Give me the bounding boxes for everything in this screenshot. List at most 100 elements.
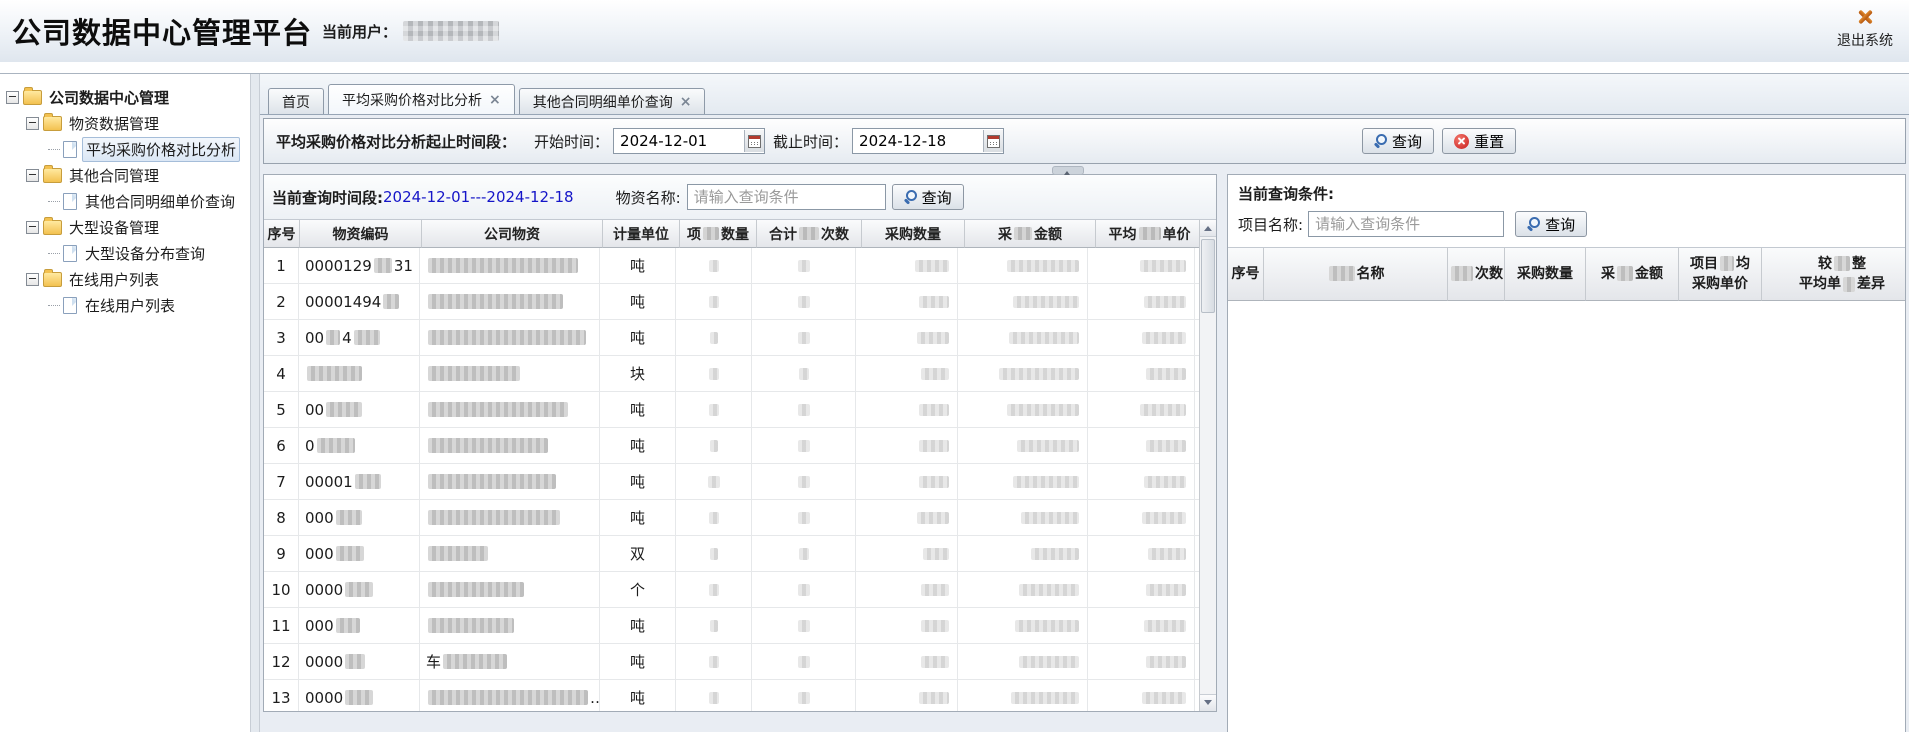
column-header[interactable]: 平均单价 [1096, 220, 1199, 248]
collapse-toggle-icon[interactable] [26, 169, 39, 182]
query-reset-button[interactable]: 重置 [1442, 128, 1516, 154]
table-cell: 000 [299, 500, 420, 535]
collapse-toggle-icon[interactable] [26, 273, 39, 286]
project-table-body [1228, 301, 1905, 732]
column-header[interactable]: 次数 [1448, 247, 1505, 301]
header-gap [0, 62, 1909, 73]
tab-首页[interactable]: 首页 [268, 88, 324, 114]
redacted-content [443, 654, 507, 669]
material-table-body: 1000012931吨200001494吨3004吨4块500吨60吨70000… [264, 248, 1199, 711]
table-row[interactable]: 200001494吨 [264, 284, 1199, 320]
tab-平均采购价格对比分析[interactable]: 平均采购价格对比分析× [328, 84, 515, 114]
project-search-input[interactable] [1308, 211, 1504, 237]
tree-folder[interactable]: 大型设备管理 [0, 214, 250, 240]
table-row[interactable]: 100000个 [264, 572, 1199, 608]
start-date-input[interactable] [614, 132, 744, 150]
tree-leaf[interactable]: 其他合同明细单价查询 [0, 188, 250, 214]
table-cell: 吨 [600, 608, 676, 643]
table-row[interactable]: 120000车吨 [264, 644, 1199, 680]
current-user-label: 当前用户： [322, 21, 397, 42]
column-header[interactable]: 采金额 [965, 220, 1096, 248]
column-header[interactable]: 项数量 [680, 220, 757, 248]
table-row[interactable]: 1000012931吨 [264, 248, 1199, 284]
scroll-thumb[interactable] [1201, 239, 1215, 313]
column-header[interactable]: 合计次数 [757, 220, 862, 248]
logout-button[interactable]: 退出系统 [1837, 9, 1893, 52]
document-icon [63, 193, 77, 210]
column-header[interactable]: 名称 [1264, 247, 1448, 301]
cell-text: 5 [276, 401, 286, 419]
table-row[interactable]: 3004吨 [264, 320, 1199, 356]
redacted-content [1144, 620, 1186, 632]
table-cell [752, 536, 856, 571]
table-row[interactable]: 130000…吨 [264, 680, 1199, 711]
table-cell [676, 536, 752, 571]
header-line: 采购单价 [1692, 274, 1748, 294]
project-table-header: 序号 名称 次数采购数量采金额项目均采购单价较整平均单差异 [1228, 247, 1905, 301]
cell-text: 车 [426, 651, 441, 672]
tree-leaf[interactable]: 在线用户列表 [0, 292, 250, 318]
project-search-button[interactable]: 查询 [1515, 211, 1587, 237]
column-header[interactable]: 采购数量 [862, 220, 965, 248]
end-date-input[interactable] [853, 132, 983, 150]
tree-splitter[interactable] [250, 74, 260, 732]
tab-其他合同明细单价查询[interactable]: 其他合同明细单价查询× [519, 88, 706, 114]
table-row[interactable]: 4块 [264, 356, 1199, 392]
scroll-down-button[interactable] [1200, 694, 1216, 711]
table-row[interactable]: 9000双 [264, 536, 1199, 572]
cell-text: 12 [271, 653, 290, 671]
folder-icon [43, 116, 62, 131]
redacted-content [1617, 266, 1633, 281]
tab-close-icon[interactable]: × [489, 92, 501, 108]
collapse-toggle-icon[interactable] [26, 221, 39, 234]
table-row[interactable]: 500吨 [264, 392, 1199, 428]
start-date-calendar-button[interactable] [744, 130, 764, 152]
column-header[interactable]: 较整平均单差异 [1762, 247, 1906, 301]
vertical-scrollbar[interactable] [1199, 220, 1216, 711]
tab-close-icon[interactable]: × [680, 94, 692, 110]
column-header[interactable]: 序号 [264, 220, 300, 248]
end-date-calendar-button[interactable] [983, 130, 1003, 152]
tree-folder[interactable]: 在线用户列表 [0, 266, 250, 292]
tree-node-label: 大型设备分布查询 [82, 242, 208, 265]
table-row[interactable]: 8000吨 [264, 500, 1199, 536]
query-search-button[interactable]: 查询 [1362, 128, 1434, 154]
redacted-content [798, 584, 810, 596]
cell-text: 吨 [630, 291, 645, 312]
table-cell [420, 464, 600, 499]
redacted-content [923, 548, 949, 560]
project-detail-panel: 当前查询条件: 项目名称: 查询 序号名称次数采购数量采金额项目均采购单价较整平… [1227, 174, 1906, 732]
column-header[interactable]: 序号 [1228, 247, 1264, 301]
tree-leaf[interactable]: 大型设备分布查询 [0, 240, 250, 266]
tree-folder[interactable]: 物资数据管理 [0, 110, 250, 136]
material-search-input[interactable] [687, 184, 886, 210]
table-row[interactable]: 700001吨 [264, 464, 1199, 500]
redacted-content [798, 620, 810, 632]
header-line: 名称 [1327, 264, 1385, 284]
tree-folder[interactable]: 其他合同管理 [0, 162, 250, 188]
cell-text: 8 [276, 509, 286, 527]
table-row[interactable]: 11000吨 [264, 608, 1199, 644]
column-header[interactable]: 计量单位 [603, 220, 680, 248]
scroll-up-button[interactable] [1200, 220, 1216, 237]
column-header[interactable]: 物资编码 [300, 220, 422, 248]
tree-leaf[interactable]: 平均采购价格对比分析 [0, 136, 250, 162]
redacted-content [1015, 620, 1079, 632]
table-row[interactable]: 60吨 [264, 428, 1199, 464]
tree-root[interactable]: 公司数据中心管理 [0, 84, 250, 110]
table-cell [752, 572, 856, 607]
cell-text: 项 [687, 224, 701, 244]
redacted-content [307, 366, 362, 381]
table-cell [752, 392, 856, 427]
redacted-content [1142, 512, 1186, 524]
app-title: 公司数据中心管理平台 [12, 10, 312, 52]
collapse-handle[interactable] [1052, 166, 1084, 175]
column-header[interactable]: 采购数量 [1505, 247, 1586, 301]
collapse-toggle-icon[interactable] [6, 91, 19, 104]
collapse-toggle-icon[interactable] [26, 117, 39, 130]
material-search-button[interactable]: 查询 [892, 184, 964, 210]
folder-icon [43, 220, 62, 235]
column-header[interactable]: 项目均采购单价 [1679, 247, 1762, 301]
column-header[interactable]: 公司物资 [422, 220, 603, 248]
column-header[interactable]: 采金额 [1586, 247, 1679, 301]
